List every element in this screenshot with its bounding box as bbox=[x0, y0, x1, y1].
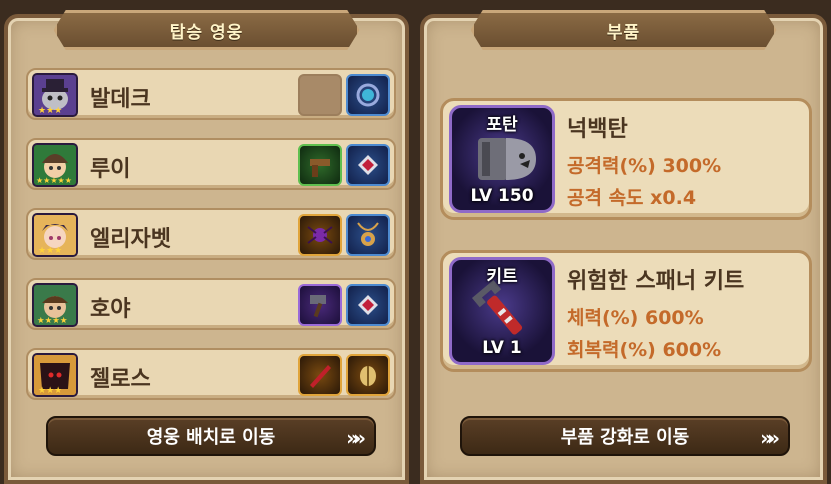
parts-header: 부품 bbox=[470, 10, 777, 50]
red-sword-icon[interactable] bbox=[298, 354, 342, 396]
button-label: 영웅 배치로 이동 bbox=[146, 427, 276, 448]
double-arrow-icon: »» bbox=[760, 426, 780, 450]
boarding-heroes-header: 탑승 영웅 bbox=[53, 10, 360, 50]
part-name: 넉백탄 bbox=[567, 117, 628, 142]
hero-name: 호야 bbox=[90, 297, 131, 322]
hero-portrait: ★★★ bbox=[32, 353, 78, 397]
svg-text:★★★: ★★★ bbox=[38, 246, 62, 255]
ruby-pendant-icon[interactable] bbox=[346, 144, 390, 186]
part-level: LV 150 bbox=[470, 186, 534, 206]
beetle-icon[interactable] bbox=[346, 354, 390, 396]
part-name: 위험한 스패너 키트 bbox=[567, 269, 745, 294]
svg-text:★★★: ★★★ bbox=[38, 106, 62, 115]
part-type: 키트 bbox=[486, 267, 518, 287]
empty-equipment-slot[interactable] bbox=[298, 74, 342, 116]
part-card[interactable]: 키트 LV 1 위험한 스패너 키트 체력(%) 600% 회복력(%) 600… bbox=[440, 250, 812, 372]
hero-row[interactable]: ★★★ 발데크 bbox=[26, 68, 396, 120]
panel-title: 탑승 영웅 bbox=[169, 22, 244, 43]
hero-portrait: ★★★ bbox=[32, 213, 78, 257]
ruby-pendant-icon[interactable] bbox=[346, 284, 390, 326]
svg-text:★★★★: ★★★★ bbox=[37, 316, 68, 325]
spider-icon[interactable] bbox=[298, 214, 342, 256]
hero-name: 엘리자벳 bbox=[90, 227, 171, 252]
double-arrow-icon: »» bbox=[346, 426, 366, 450]
pistol-icon[interactable] bbox=[298, 144, 342, 186]
part-stat: 체력(%) 600% bbox=[567, 307, 704, 329]
button-label: 부품 강화로 이동 bbox=[560, 427, 690, 448]
hero-portrait: ★★★★ bbox=[32, 283, 78, 327]
go-to-hero-placement-button[interactable]: 영웅 배치로 이동 »» bbox=[46, 416, 376, 456]
boarding-heroes-panel: 탑승 영웅 ★★★ 발데크 ★★★★★ 루이 ★★★ 엘리자벳 ★★★★ 호야 … bbox=[4, 10, 409, 484]
part-stat: 회복력(%) 600% bbox=[567, 339, 722, 361]
hero-name: 발데크 bbox=[90, 87, 151, 112]
hero-portrait: ★★★★★ bbox=[32, 143, 78, 187]
cannonball-part-icon[interactable]: 포탄 LV 150 bbox=[449, 105, 555, 213]
part-level: LV 1 bbox=[482, 338, 522, 358]
parts-panel: 부품 포탄 LV 150 넉백탄 공격력(%) 300% 공격 속도 x0.4 bbox=[420, 10, 827, 484]
wrench-kit-part-icon[interactable]: 키트 LV 1 bbox=[449, 257, 555, 365]
hero-row[interactable]: ★★★★ 호야 bbox=[26, 278, 396, 330]
gold-necklace-icon[interactable] bbox=[346, 214, 390, 256]
svg-text:★★★★★: ★★★★★ bbox=[36, 176, 72, 185]
hero-row[interactable]: ★★★ 엘리자벳 bbox=[26, 208, 396, 260]
hero-portrait: ★★★ bbox=[32, 73, 78, 117]
svg-text:★★★: ★★★ bbox=[38, 386, 62, 395]
go-to-parts-upgrade-button[interactable]: 부품 강화로 이동 »» bbox=[460, 416, 790, 456]
hero-row[interactable]: ★★★ 젤로스 bbox=[26, 348, 396, 400]
hero-name: 루이 bbox=[90, 157, 131, 182]
amulet-icon[interactable] bbox=[346, 74, 390, 116]
part-stat: 공격 속도 x0.4 bbox=[567, 187, 697, 209]
hero-name: 젤로스 bbox=[90, 367, 151, 392]
hero-row[interactable]: ★★★★★ 루이 bbox=[26, 138, 396, 190]
part-card[interactable]: 포탄 LV 150 넉백탄 공격력(%) 300% 공격 속도 x0.4 bbox=[440, 98, 812, 220]
panel-title: 부품 bbox=[606, 22, 641, 43]
part-type: 포탄 bbox=[486, 115, 518, 135]
hammer-icon[interactable] bbox=[298, 284, 342, 326]
part-stat: 공격력(%) 300% bbox=[567, 155, 722, 177]
